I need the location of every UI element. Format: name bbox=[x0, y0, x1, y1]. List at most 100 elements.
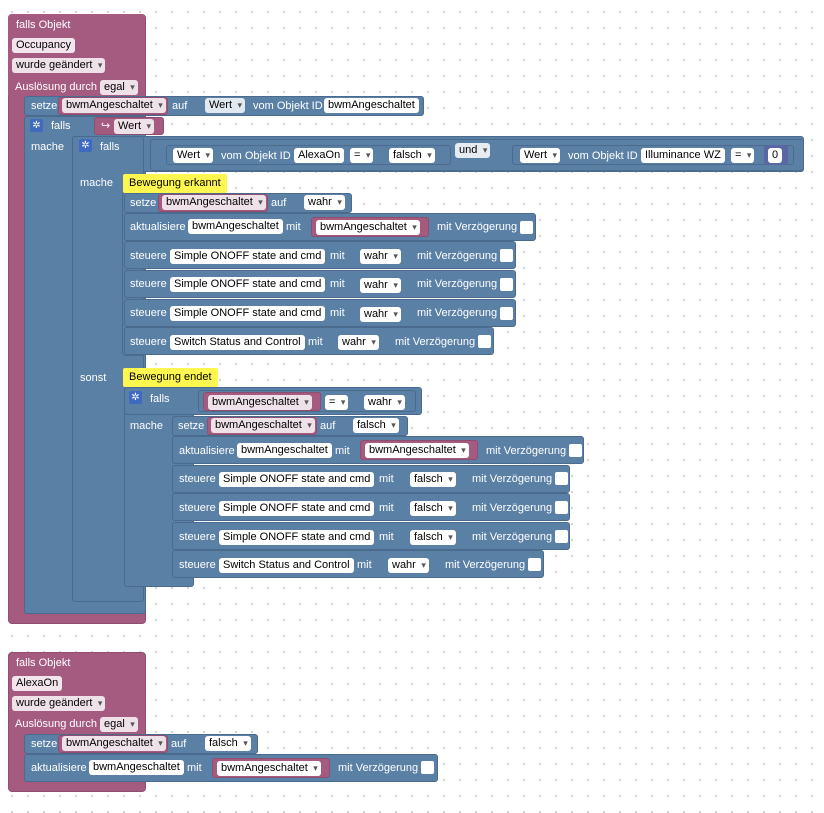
delay-checkbox[interactable] bbox=[528, 558, 541, 571]
delay-label: mit Verzögerung bbox=[486, 445, 567, 457]
delay-checkbox[interactable] bbox=[555, 530, 568, 543]
variable-dropdown[interactable]: bwmAngeschaltet bbox=[62, 98, 166, 113]
steuere-label: steuere bbox=[179, 473, 216, 485]
operator-dropdown-1[interactable]: = bbox=[350, 148, 374, 163]
mit-label: mit bbox=[308, 336, 323, 348]
variable-get-dropdown[interactable]: Wert bbox=[114, 119, 155, 134]
value-dropdown[interactable]: wahr bbox=[338, 335, 379, 350]
comment-bewegung-endet[interactable]: Bewegung endet bbox=[123, 368, 218, 387]
trigger-dropdown[interactable]: egal bbox=[100, 717, 138, 732]
auf-label: auf bbox=[172, 100, 188, 112]
variable-dropdown[interactable]: bwmAngeschaltet bbox=[316, 220, 420, 235]
value-dropdown[interactable]: wahr bbox=[360, 307, 401, 322]
mache-label: mache bbox=[130, 420, 164, 432]
variable-dropdown[interactable]: bwmAngeschaltet bbox=[217, 761, 321, 776]
delay-label: mit Verzögerung bbox=[472, 473, 553, 485]
changed-dropdown[interactable]: wurde geändert bbox=[12, 58, 106, 73]
falls-label: falls bbox=[51, 120, 71, 132]
delay-checkbox[interactable] bbox=[500, 249, 513, 262]
value-dropdown[interactable]: wahr bbox=[364, 395, 405, 410]
delay-checkbox[interactable] bbox=[421, 761, 434, 774]
steuere-label: steuere bbox=[179, 531, 216, 543]
vom-objekt-label: vom Objekt ID bbox=[253, 100, 323, 112]
value-dropdown[interactable]: falsch bbox=[410, 530, 456, 545]
aktualisiere-label: aktualisiere bbox=[130, 221, 186, 233]
object-id-field[interactable]: bwmAngeschaltet bbox=[237, 443, 332, 458]
delay-label: mit Verzögerung bbox=[417, 250, 498, 262]
gear-icon[interactable]: ✲ bbox=[30, 119, 43, 132]
delay-label: mit Verzögerung bbox=[338, 762, 419, 774]
delay-checkbox[interactable] bbox=[500, 278, 513, 291]
variable-arrow-icon: ↪ bbox=[101, 120, 111, 132]
wert-dropdown-1[interactable]: Wert bbox=[173, 148, 214, 163]
object-id-field[interactable]: bwmAngeschaltet bbox=[89, 760, 184, 775]
delay-checkbox[interactable] bbox=[555, 501, 568, 514]
operator-dropdown-2[interactable]: = bbox=[731, 148, 755, 163]
comment-bewegung-erkannt[interactable]: Bewegung erkannt bbox=[123, 174, 227, 193]
object-id-field-1[interactable]: AlexaOn bbox=[294, 148, 345, 163]
setze-label: setze bbox=[31, 738, 58, 750]
value-dropdown[interactable]: wahr bbox=[360, 249, 401, 264]
variable-dropdown[interactable]: bwmAngeschaltet bbox=[365, 443, 469, 458]
object-id-field-2[interactable]: Illuminance WZ bbox=[641, 148, 725, 163]
value-dropdown[interactable]: wahr bbox=[304, 195, 345, 210]
object-id-field[interactable]: Simple ONOFF state and cmd bbox=[170, 249, 326, 264]
mit-label: mit bbox=[379, 473, 394, 485]
value-dropdown[interactable]: wahr bbox=[388, 558, 429, 573]
operator-dropdown[interactable]: = bbox=[325, 395, 349, 410]
auf-label: auf bbox=[171, 738, 187, 750]
object-id-field[interactable]: Simple ONOFF state and cmd bbox=[219, 530, 375, 545]
value-dropdown[interactable]: falsch bbox=[410, 472, 456, 487]
delay-checkbox[interactable] bbox=[569, 444, 582, 457]
auf-label: auf bbox=[271, 197, 287, 209]
mit-label: mit bbox=[330, 250, 345, 262]
wert-dropdown-2[interactable]: Wert bbox=[520, 148, 561, 163]
steuere-label: steuere bbox=[130, 250, 167, 262]
object-id-field[interactable]: Simple ONOFF state and cmd bbox=[170, 306, 326, 321]
object-id-field[interactable]: Switch Status and Control bbox=[170, 335, 305, 350]
delay-checkbox[interactable] bbox=[478, 335, 491, 348]
steuere-label: steuere bbox=[179, 559, 216, 571]
object-id-field[interactable]: Simple ONOFF state and cmd bbox=[219, 501, 375, 516]
changed-dropdown[interactable]: wurde geändert bbox=[12, 696, 106, 711]
vom-objekt-label-1: vom Objekt ID bbox=[221, 150, 291, 162]
delay-label: mit Verzögerung bbox=[395, 336, 476, 348]
setze-label: setze bbox=[130, 197, 157, 209]
and-dropdown[interactable]: und bbox=[455, 143, 491, 158]
delay-label: mit Verzögerung bbox=[445, 559, 526, 571]
delay-checkbox[interactable] bbox=[500, 307, 513, 320]
aktualisiere-label: aktualisiere bbox=[179, 445, 235, 457]
number-field[interactable]: 0 bbox=[768, 148, 783, 163]
object-id-field[interactable]: Switch Status and Control bbox=[219, 558, 354, 573]
trigger-object-field[interactable]: AlexaOn bbox=[12, 676, 63, 691]
variable-dropdown[interactable]: bwmAngeschaltet bbox=[211, 418, 315, 433]
delay-checkbox[interactable] bbox=[555, 472, 568, 485]
value-dropdown[interactable]: wahr bbox=[360, 278, 401, 293]
gear-icon[interactable]: ✲ bbox=[129, 391, 142, 404]
value-dropdown[interactable]: falsch bbox=[353, 418, 399, 433]
mit-label: mit bbox=[330, 278, 345, 290]
variable-dropdown[interactable]: bwmAngeschaltet bbox=[208, 395, 312, 410]
value-dropdown[interactable]: falsch bbox=[410, 501, 456, 516]
wert-dropdown[interactable]: Wert bbox=[205, 98, 246, 113]
delay-label: mit Verzögerung bbox=[472, 531, 553, 543]
value-dropdown-1[interactable]: falsch bbox=[389, 148, 435, 163]
steuere-label: steuere bbox=[130, 307, 167, 319]
object-id-field[interactable]: Simple ONOFF state and cmd bbox=[219, 472, 375, 487]
delay-label: mit Verzögerung bbox=[417, 278, 498, 290]
object-id-field[interactable]: bwmAngeschaltet bbox=[324, 98, 419, 113]
trigger-title: falls Objekt bbox=[16, 19, 71, 31]
object-id-field[interactable]: Simple ONOFF state and cmd bbox=[170, 277, 326, 292]
setze-label: setze bbox=[178, 420, 205, 432]
falls-label: falls bbox=[150, 393, 170, 405]
delay-checkbox[interactable] bbox=[520, 221, 533, 234]
gear-icon[interactable]: ✲ bbox=[79, 139, 92, 152]
trigger-dropdown[interactable]: egal bbox=[100, 80, 138, 95]
trigger-object-field[interactable]: Occupancy bbox=[12, 38, 76, 53]
variable-dropdown[interactable]: bwmAngeschaltet bbox=[162, 195, 266, 210]
delay-label: mit Verzögerung bbox=[437, 221, 518, 233]
object-id-field[interactable]: bwmAngeschaltet bbox=[188, 219, 283, 234]
mit-label: mit bbox=[357, 559, 372, 571]
variable-dropdown[interactable]: bwmAngeschaltet bbox=[62, 736, 166, 751]
value-dropdown[interactable]: falsch bbox=[205, 736, 251, 751]
